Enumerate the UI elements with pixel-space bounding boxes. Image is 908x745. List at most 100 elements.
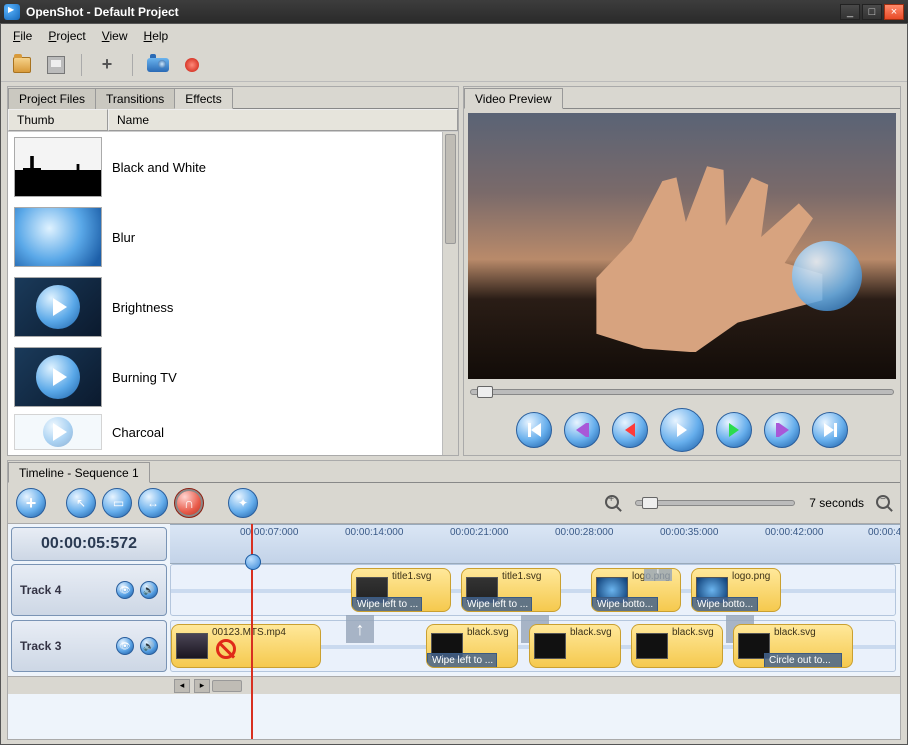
tab-video-preview[interactable]: Video Preview <box>464 88 563 109</box>
scroll-left-button[interactable]: ◂ <box>174 679 190 693</box>
razor-tool-button[interactable]: ▭ <box>102 488 132 518</box>
menu-help[interactable]: Help <box>138 27 175 45</box>
track-head[interactable]: Track 4 👁 🔊 <box>11 564 167 616</box>
timeline-panel: Timeline - Sequence 1 + ↖ ▭ ↔ ∩ ✦ + 7 se… <box>7 460 901 740</box>
play-button[interactable] <box>660 408 704 452</box>
transition-label[interactable]: Circle out to... <box>764 653 842 668</box>
ruler-tick: 00:00:35:000 <box>660 527 718 538</box>
import-button[interactable]: + <box>94 52 120 78</box>
clip-label: black.svg <box>570 627 612 638</box>
record-button[interactable] <box>179 52 205 78</box>
window-title: OpenShot - Default Project <box>26 5 840 19</box>
clip-black-a[interactable]: black.svg Wipe left to ... <box>426 624 518 668</box>
effects-list: Black and White Blur Brightness Burning … <box>8 132 458 455</box>
track-visible-toggle[interactable]: 👁 <box>116 637 134 655</box>
effect-thumb-icon <box>14 277 102 337</box>
track-audio-toggle[interactable]: 🔊 <box>140 637 158 655</box>
ruler-tick: 00:00:49:000 <box>868 527 900 538</box>
playhead[interactable] <box>251 524 253 739</box>
add-marker-button[interactable]: ✦ <box>228 488 258 518</box>
clip-00123-mts[interactable]: 00123.MTS.mp4 <box>171 624 321 668</box>
main-toolbar: + <box>1 48 907 82</box>
effects-scrollbar[interactable] <box>442 132 458 455</box>
hscroll-thumb[interactable] <box>212 680 242 692</box>
scroll-right-button[interactable]: ▸ <box>194 679 210 693</box>
step-forward-button[interactable] <box>716 412 752 448</box>
transition-label[interactable]: Wipe left to ... <box>462 597 532 612</box>
clip-logo-b[interactable]: logo.png Wipe botto... <box>691 568 781 612</box>
ruler-tick: 00:00:42:000 <box>765 527 823 538</box>
effect-black-and-white[interactable]: Black and White <box>8 132 458 202</box>
skip-start-button[interactable] <box>516 412 552 448</box>
effect-burning-tv[interactable]: Burning TV <box>8 342 458 412</box>
timeline-ruler[interactable]: 00:00:07:000 00:00:14:000 00:00:21:000 0… <box>170 524 900 564</box>
tab-effects[interactable]: Effects <box>174 88 232 109</box>
effect-brightness[interactable]: Brightness <box>8 272 458 342</box>
clip-label: title1.svg <box>392 571 431 582</box>
transition-label[interactable]: Wipe botto... <box>692 597 758 612</box>
effect-charcoal[interactable]: Charcoal <box>8 412 458 452</box>
scrollbar-thumb[interactable] <box>445 134 456 244</box>
menu-file[interactable]: File <box>7 27 38 45</box>
col-thumb[interactable]: Thumb <box>8 109 108 131</box>
clip-thumb-icon <box>534 633 566 659</box>
separator <box>81 54 82 76</box>
pointer-tool-button[interactable]: ↖ <box>66 488 96 518</box>
effect-thumb-icon <box>14 414 102 450</box>
tab-transitions[interactable]: Transitions <box>95 88 175 109</box>
minimize-button[interactable]: _ <box>840 4 860 20</box>
close-button[interactable]: × <box>884 4 904 20</box>
effect-blur[interactable]: Blur <box>8 202 458 272</box>
track-audio-toggle[interactable]: 🔊 <box>140 581 158 599</box>
menu-project[interactable]: Project <box>42 27 91 45</box>
menubar: File Project View Help <box>1 24 907 48</box>
next-marker-button[interactable] <box>764 412 800 448</box>
zoom-label: 7 seconds <box>809 496 864 510</box>
effect-label: Burning TV <box>112 370 177 385</box>
clip-label: black.svg <box>467 627 509 638</box>
preview-seek-slider[interactable] <box>470 385 894 403</box>
maximize-button[interactable]: □ <box>862 4 882 20</box>
transition-label[interactable]: Wipe left to ... <box>427 653 497 668</box>
clip-label: title1.svg <box>502 571 541 582</box>
open-button[interactable] <box>9 52 35 78</box>
clip-black-c[interactable]: black.svg <box>631 624 723 668</box>
transition-label[interactable]: Wipe left to ... <box>352 597 422 612</box>
seek-knob[interactable] <box>477 386 493 398</box>
save-button[interactable] <box>43 52 69 78</box>
col-name[interactable]: Name <box>108 109 458 131</box>
track-visible-toggle[interactable]: 👁 <box>116 581 134 599</box>
zoom-slider[interactable] <box>635 500 795 506</box>
transition-label[interactable]: Wipe botto... <box>592 597 658 612</box>
step-back-button[interactable] <box>612 412 648 448</box>
clip-black-b[interactable]: black.svg <box>529 624 621 668</box>
track-head[interactable]: Track 3 👁 🔊 <box>11 620 167 672</box>
snap-button[interactable]: ∩ <box>174 488 204 518</box>
zoom-knob[interactable] <box>642 497 658 509</box>
plus-icon: + <box>102 54 113 75</box>
resize-tool-button[interactable]: ↔ <box>138 488 168 518</box>
clip-label: black.svg <box>774 627 816 638</box>
timeline-hscrollbar[interactable]: ◂ ▸ <box>8 676 900 694</box>
video-preview[interactable] <box>468 113 896 379</box>
arrow-up-icon: ↑ <box>644 568 672 581</box>
track-lane[interactable]: title1.svg Wipe left to ... title1.svg W… <box>170 564 896 616</box>
clip-title1-a[interactable]: title1.svg Wipe left to ... <box>351 568 451 612</box>
clip-label: logo.png <box>732 571 770 582</box>
clip-title1-b[interactable]: title1.svg Wipe left to ... <box>461 568 561 612</box>
tab-project-files[interactable]: Project Files <box>8 88 96 109</box>
clip-label: black.svg <box>672 627 714 638</box>
prev-marker-button[interactable] <box>564 412 600 448</box>
tab-timeline[interactable]: Timeline - Sequence 1 <box>8 462 150 483</box>
zoom-in-icon[interactable]: + <box>605 495 621 511</box>
track-lane[interactable]: 00123.MTS.mp4 ↑ black.svg Wipe left to .… <box>170 620 896 672</box>
clip-black-d[interactable]: black.svg Circle out to... <box>733 624 853 668</box>
zoom-out-icon[interactable]: − <box>876 495 892 511</box>
snapshot-button[interactable] <box>145 52 171 78</box>
add-track-button[interactable]: + <box>16 488 46 518</box>
skip-end-button[interactable] <box>812 412 848 448</box>
ruler-tick: 00:00:07:000 <box>240 527 298 538</box>
effect-thumb-icon <box>14 137 102 197</box>
clip-logo-a[interactable]: logo.png ↑ Wipe botto... <box>591 568 681 612</box>
menu-view[interactable]: View <box>96 27 134 45</box>
